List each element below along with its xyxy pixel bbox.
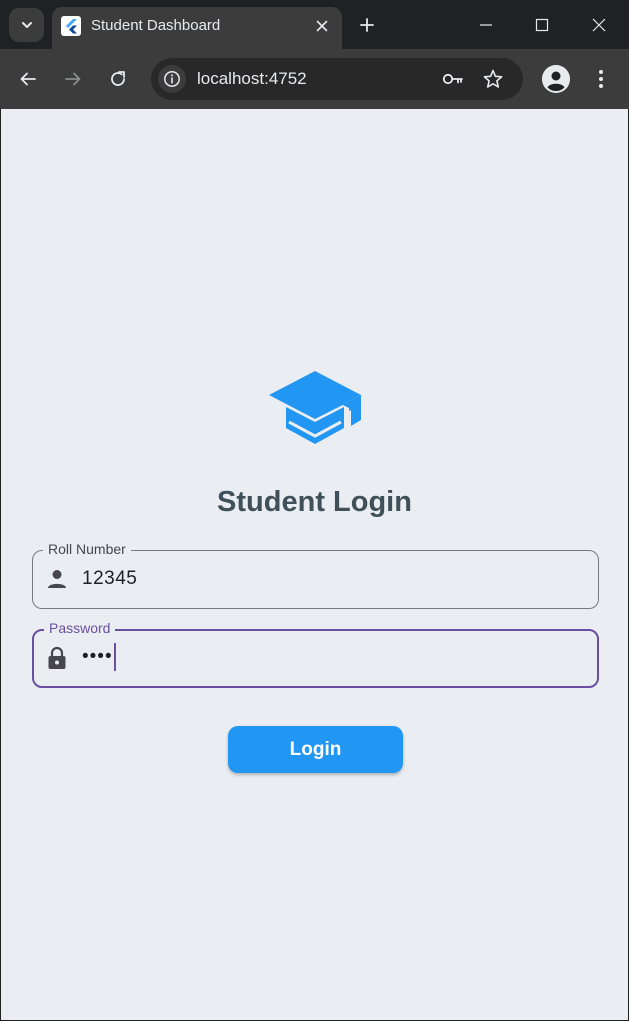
profile-avatar[interactable] xyxy=(542,65,570,93)
tab-search-button[interactable] xyxy=(9,8,44,42)
roll-number-input[interactable]: 12345 xyxy=(82,568,137,590)
arrow-left-icon xyxy=(20,72,36,86)
key-icon xyxy=(442,73,463,85)
address-bar[interactable]: localhost:4752 xyxy=(151,58,523,100)
graduation-cap-icon xyxy=(269,371,361,444)
password-input[interactable]: •••• xyxy=(82,643,116,671)
minimize-icon xyxy=(480,24,492,26)
more-vertical-icon xyxy=(599,70,603,88)
arrow-right-icon xyxy=(65,72,81,86)
flutter-favicon-icon xyxy=(61,16,81,36)
tab-title: Student Dashboard xyxy=(91,17,221,34)
tab-close-button[interactable] xyxy=(311,15,333,37)
text-caret xyxy=(113,643,116,671)
password-masked-value: •••• xyxy=(82,646,113,668)
reload-button[interactable] xyxy=(102,63,134,95)
bookmark-button[interactable] xyxy=(481,67,505,91)
reload-icon xyxy=(111,71,125,86)
page-title: Student Login xyxy=(217,486,412,518)
password-key-button[interactable] xyxy=(441,67,465,91)
lock-icon xyxy=(48,646,66,669)
forward-button[interactable] xyxy=(57,63,89,95)
info-icon xyxy=(164,71,180,87)
login-button[interactable]: Login xyxy=(228,726,403,773)
roll-number-field[interactable]: Roll Number 12345 xyxy=(32,541,599,609)
person-icon xyxy=(48,570,66,588)
maximize-icon xyxy=(535,18,549,32)
maximize-button[interactable] xyxy=(522,8,562,42)
close-icon xyxy=(316,20,328,32)
url-text: localhost:4752 xyxy=(197,69,307,88)
close-icon xyxy=(592,18,606,32)
back-button[interactable] xyxy=(12,63,44,95)
password-label: Password xyxy=(44,620,116,636)
browser-tab[interactable]: Student Dashboard xyxy=(52,7,342,49)
minimize-button[interactable] xyxy=(466,8,506,42)
chevron-down-icon xyxy=(21,22,32,28)
login-page: Student Login Roll Number 12345 Password… xyxy=(1,109,628,1020)
window-close-button[interactable] xyxy=(579,8,619,42)
password-field[interactable]: Password •••• xyxy=(32,620,599,688)
browser-toolbar: localhost:4752 xyxy=(0,49,629,109)
browser-tabstrip: Student Dashboard xyxy=(0,0,629,49)
site-info-button[interactable] xyxy=(158,65,186,93)
star-icon xyxy=(483,69,503,88)
plus-icon xyxy=(360,18,374,32)
roll-number-label: Roll Number xyxy=(43,541,131,557)
person-icon xyxy=(542,65,570,93)
browser-menu-button[interactable] xyxy=(585,63,617,95)
new-tab-button[interactable] xyxy=(354,12,380,38)
